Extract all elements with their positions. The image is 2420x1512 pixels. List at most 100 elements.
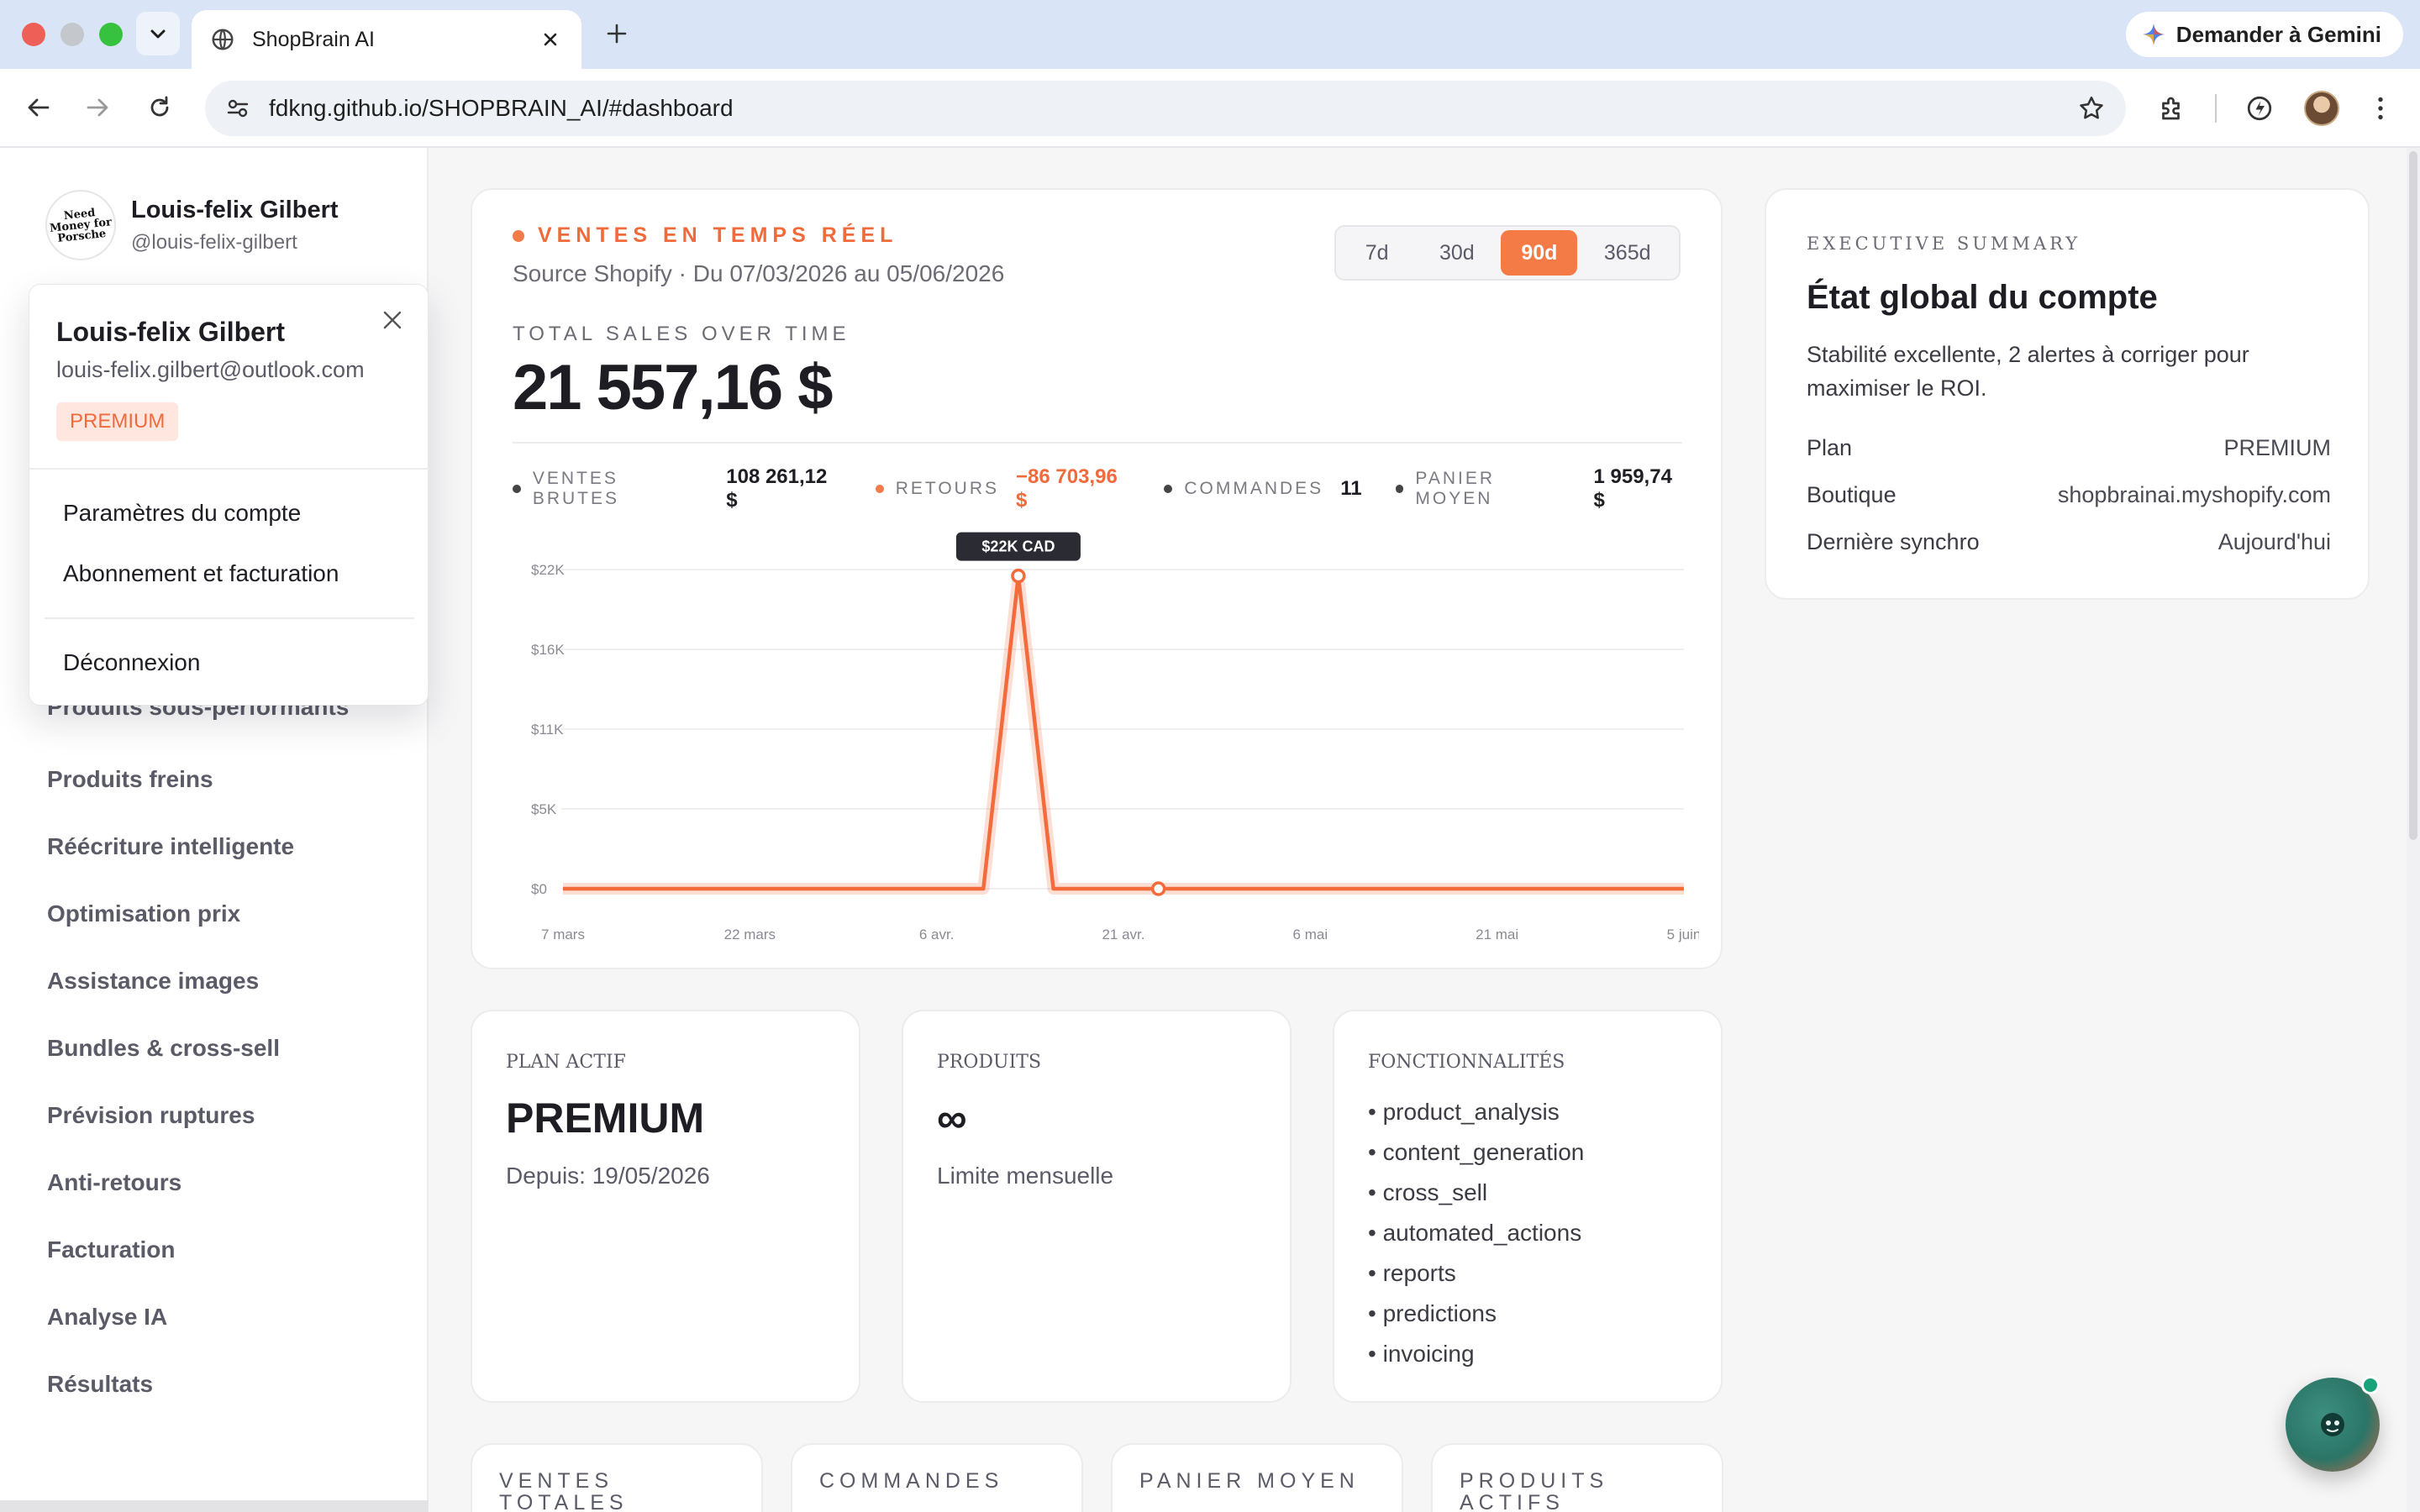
range-365d-button[interactable]: 365d <box>1581 230 1674 276</box>
sidebar-item-stockout-forecast[interactable]: Prévision ruptures <box>47 1082 417 1149</box>
sidebar-item-smart-rewrite[interactable]: Réécriture intelligente <box>47 813 417 880</box>
maximize-window-button[interactable] <box>99 23 123 46</box>
live-dot <box>513 229 524 242</box>
summary-row-label: Dernière synchro <box>1807 529 1980 554</box>
sidebar-item-anti-returns[interactable]: Anti-retours <box>47 1149 417 1216</box>
summary-row-shop: Boutique shopbrainai.myshopify.com <box>1807 482 2331 508</box>
star-icon[interactable] <box>2077 94 2106 123</box>
data-point-marker <box>1011 568 1026 584</box>
stat-value: 11 <box>1340 477 1362 500</box>
browser-menu-button[interactable] <box>2363 91 2398 126</box>
close-window-button[interactable] <box>22 23 45 46</box>
close-icon <box>544 33 557 46</box>
avatar[interactable]: Need Money for Porsche <box>45 190 116 260</box>
gemini-sparkle-icon <box>2142 24 2165 45</box>
range-7d-button[interactable]: 7d <box>1341 230 1413 276</box>
logout-item[interactable]: Déconnexion <box>63 649 200 676</box>
page-scrollbar-thumb[interactable] <box>2409 151 2417 840</box>
tab-title: ShopBrain AI <box>252 27 375 51</box>
list-item: product_analysis <box>1368 1092 1584 1132</box>
minimize-window-button[interactable] <box>60 23 84 46</box>
products-value: ∞ <box>937 1095 967 1142</box>
sidebar-item-price-optimization[interactable]: Optimisation prix <box>47 880 417 948</box>
x-tick-label: 6 mai <box>1293 927 1328 942</box>
list-item: invoicing <box>1368 1334 1584 1374</box>
address-bar[interactable]: fdkng.github.io/SHOPBRAIN_AI/#dashboard <box>205 81 2126 136</box>
sidebar-item-brake-products[interactable]: Produits freins <box>47 746 417 813</box>
gemini-button[interactable]: Demander à Gemini <box>2125 12 2403 57</box>
date-range-selector: 7d 30d 90d 365d <box>1334 225 1681 281</box>
popover-divider <box>29 468 429 470</box>
chevron-down-icon <box>150 29 166 39</box>
avatar-text: Need Money for Porsche <box>49 206 113 245</box>
browser-tab-active[interactable]: ShopBrain AI <box>192 10 581 69</box>
subscription-billing-item[interactable]: Abonnement et facturation <box>63 560 339 587</box>
browser-toolbar: fdkng.github.io/SHOPBRAIN_AI/#dashboard <box>0 69 2420 148</box>
summary-row-value: shopbrainai.myshopify.com <box>2057 482 2331 507</box>
plan-eyebrow: PLAN ACTIF <box>506 1052 626 1073</box>
summary-row-label: Boutique <box>1807 482 1897 507</box>
site-settings-icon[interactable] <box>225 96 250 121</box>
new-tab-button[interactable] <box>600 17 634 50</box>
kpi-total-sales-card: VENTES TOTALES <box>471 1443 763 1512</box>
kpi-active-products-card: PRODUITS ACTIFS <box>1431 1443 1723 1512</box>
sales-eyebrow: VENTES EN TEMPS RÉEL <box>513 223 897 248</box>
arrow-left-icon <box>28 98 50 117</box>
executive-summary-card: EXECUTIVE SUMMARY État global du compte … <box>1765 188 2370 600</box>
list-item: cross_sell <box>1368 1173 1584 1213</box>
range-90d-button[interactable]: 90d <box>1501 230 1578 276</box>
url-text[interactable]: fdkng.github.io/SHOPBRAIN_AI/#dashboard <box>269 95 2077 122</box>
tab-close-button[interactable] <box>538 27 563 52</box>
toolbar-separator <box>2215 94 2217 123</box>
reload-button[interactable] <box>143 91 176 124</box>
gemini-label: Demander à Gemini <box>2175 21 2381 47</box>
y-tick-label: $22K <box>531 562 565 578</box>
y-tick-label: $0 <box>531 881 547 897</box>
products-sub: Limite mensuelle <box>937 1163 1114 1189</box>
kpi-label: PRODUITS ACTIFS <box>1460 1469 1609 1512</box>
kpi-orders-card: COMMANDES <box>791 1443 1083 1512</box>
robot-face-icon <box>2321 1413 2344 1436</box>
list-item: predictions <box>1368 1294 1584 1334</box>
speedometer-icon <box>2247 96 2272 121</box>
popover-close-button[interactable] <box>376 303 409 337</box>
account-settings-item[interactable]: Paramètres du compte <box>63 500 301 527</box>
products-eyebrow: PRODUITS <box>937 1052 1042 1073</box>
sidebar-profile[interactable]: Need Money for Porsche Louis-felix Gilbe… <box>45 190 339 260</box>
stat-orders: COMMANDES 11 <box>1164 477 1362 501</box>
range-30d-button[interactable]: 30d <box>1416 230 1497 276</box>
sidebar-item-image-assistance[interactable]: Assistance images <box>47 948 417 1015</box>
browser-profile-avatar[interactable] <box>2304 91 2339 126</box>
profile-name: Louis-felix Gilbert <box>131 196 339 223</box>
globe-icon <box>212 29 234 50</box>
total-sales-label: TOTAL SALES OVER TIME <box>513 323 850 345</box>
sidebar-item-results[interactable]: Résultats <box>47 1351 417 1418</box>
user-menu-popover: Louis-felix Gilbert louis-felix.gilbert@… <box>29 284 429 706</box>
summary-row-plan: Plan PREMIUM <box>1807 435 2331 461</box>
data-point-marker <box>1150 881 1166 896</box>
sidebar-item-bundles[interactable]: Bundles & cross-sell <box>47 1015 417 1082</box>
sales-line-chart[interactable]: $0 $5K $11K $16K $22K 7 mars 22 mars 6 avr. 21 a… <box>506 502 1699 956</box>
profile-handle: @louis-felix-gilbert <box>131 230 297 254</box>
tab-search-button[interactable] <box>136 12 180 55</box>
extensions-button[interactable] <box>2154 91 2190 126</box>
stat-label: COMMANDES <box>1184 479 1324 498</box>
summary-eyebrow: EXECUTIVE SUMMARY <box>1807 234 2081 254</box>
arrow-right-icon <box>87 98 108 117</box>
sidebar-item-billing[interactable]: Facturation <box>47 1216 417 1284</box>
forward-button[interactable] <box>81 91 114 124</box>
puzzle-icon <box>2162 97 2180 120</box>
features-list: product_analysis content_generation cros… <box>1368 1092 1585 1374</box>
chart-tooltip-text: $22K CAD <box>981 538 1055 555</box>
list-item: automated_actions <box>1368 1213 1584 1253</box>
plan-since: Depuis: 19/05/2026 <box>506 1163 710 1189</box>
performance-button[interactable] <box>2242 91 2277 126</box>
reload-icon <box>150 96 169 117</box>
y-tick-label: $11K <box>531 722 564 738</box>
back-button[interactable] <box>22 91 55 124</box>
total-sales-value: 21 557,16 $ <box>513 352 833 423</box>
sidebar-item-ai-analysis[interactable]: Analyse IA <box>47 1284 417 1351</box>
sidebar-scrollbar[interactable] <box>0 1500 429 1512</box>
list-item: content_generation <box>1368 1132 1585 1173</box>
plan-value: PREMIUM <box>506 1095 705 1142</box>
